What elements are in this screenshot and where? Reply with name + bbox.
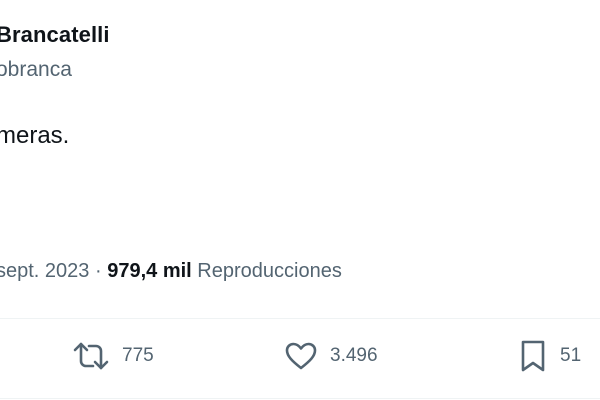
bookmark-button[interactable]: 51 xyxy=(518,338,581,374)
like-count: 3.496 xyxy=(330,345,378,366)
retweet-button[interactable]: 775 xyxy=(72,338,154,374)
divider-top xyxy=(0,318,600,319)
tweet-text: meras. xyxy=(0,122,70,149)
bookmark-icon xyxy=(518,339,548,373)
meta-separator: · xyxy=(94,260,102,282)
views-count: 979,4 mil xyxy=(107,260,192,282)
tweet-metadata: sept. 2023 · 979,4 mil Reproducciones xyxy=(0,260,342,283)
views-label: Reproducciones xyxy=(197,260,342,282)
author-handle[interactable]: obranca xyxy=(0,58,72,82)
divider-bottom xyxy=(0,398,600,399)
tweet-date[interactable]: sept. 2023 xyxy=(0,260,89,282)
heart-icon xyxy=(284,341,318,371)
bookmark-count: 51 xyxy=(560,345,582,366)
author-name[interactable]: Brancatelli xyxy=(0,22,110,48)
like-button[interactable]: 3.496 xyxy=(284,338,378,374)
retweet-icon xyxy=(72,341,110,371)
retweet-count: 775 xyxy=(122,345,154,366)
